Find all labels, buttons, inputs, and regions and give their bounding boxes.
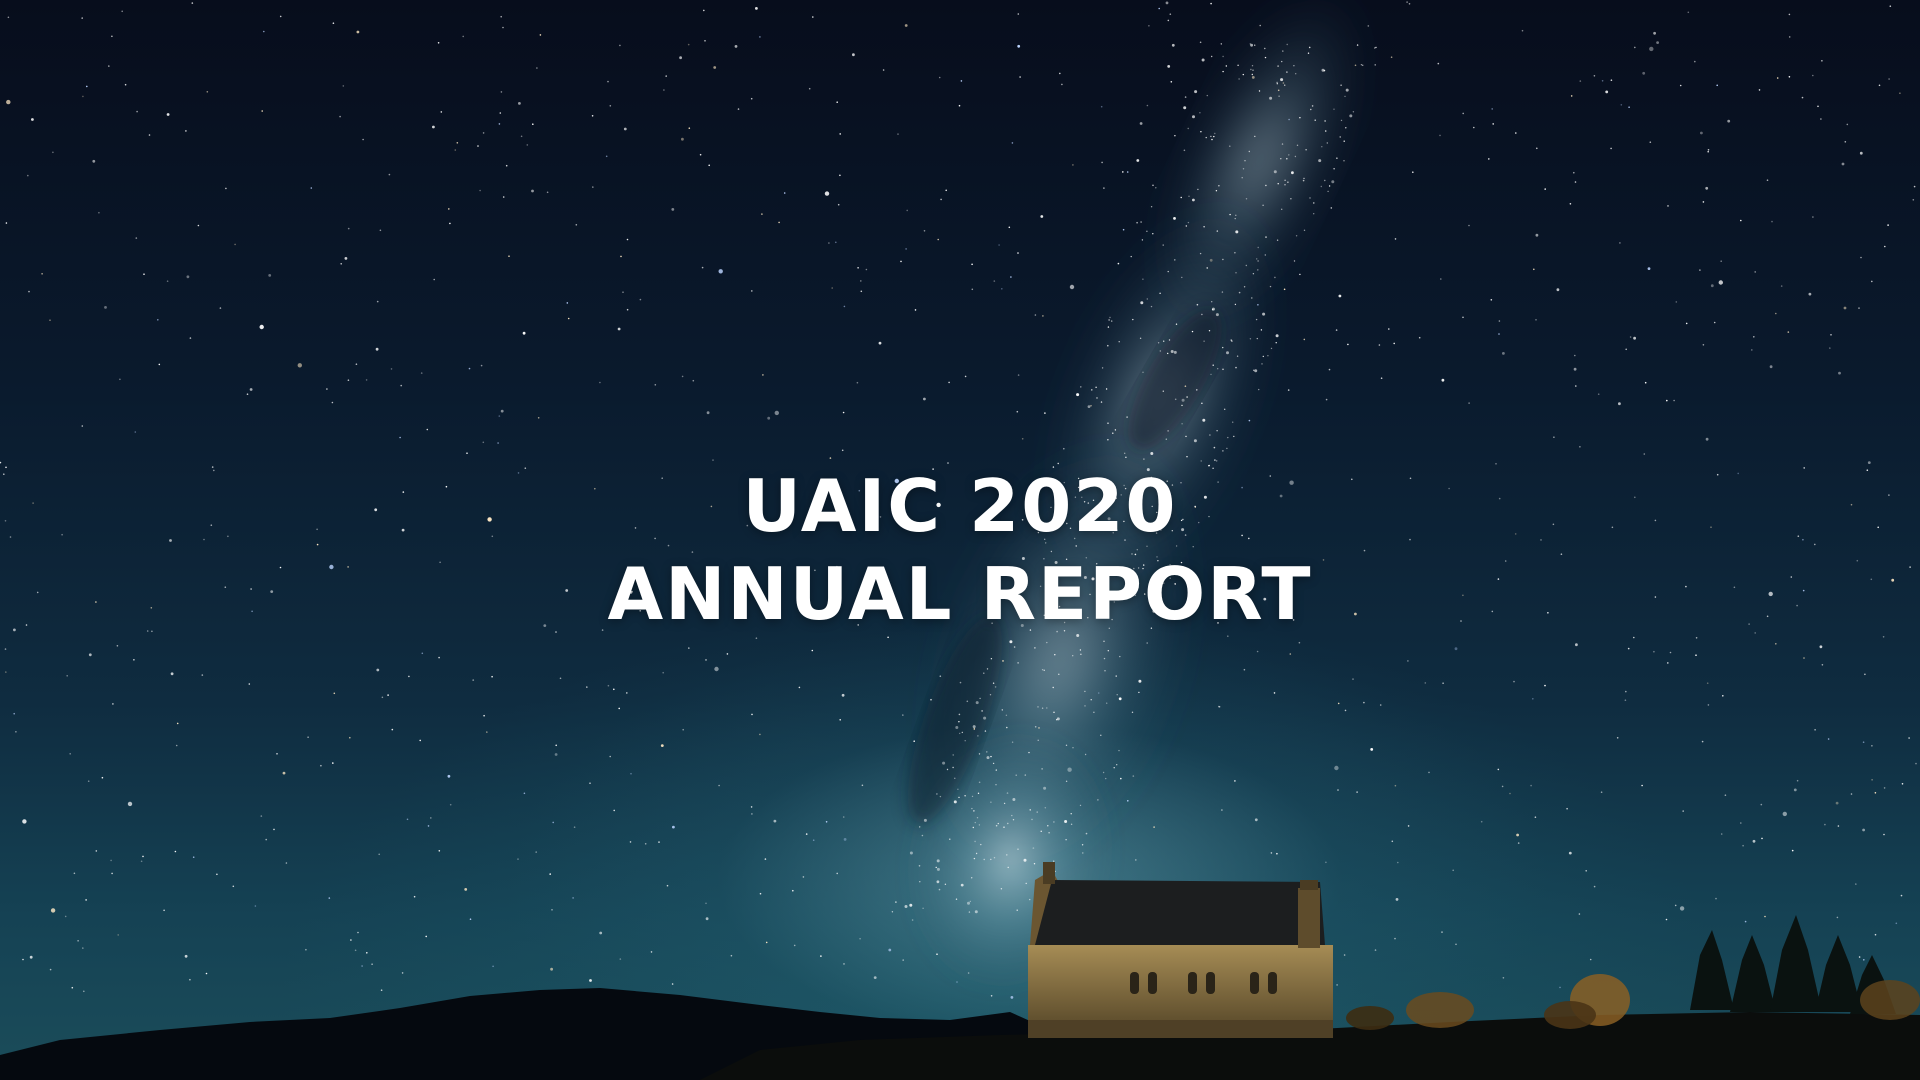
- cover-background: UAIC 2020 ANNUAL REPORT: [0, 0, 1920, 1080]
- church: [1028, 862, 1333, 1038]
- report-title-line-2: ANNUAL REPORT: [607, 552, 1313, 636]
- report-title: UAIC 2020 ANNUAL REPORT: [0, 462, 1920, 638]
- report-title-line-1: UAIC 2020: [742, 464, 1178, 548]
